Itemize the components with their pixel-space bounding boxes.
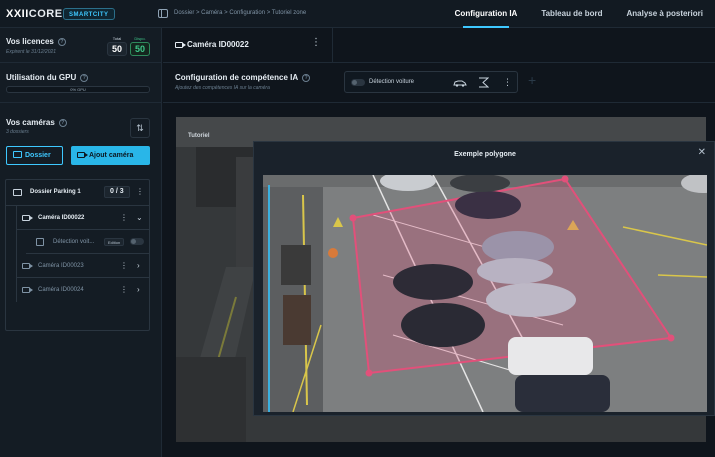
help-circle-icon[interactable]: ? bbox=[80, 73, 89, 82]
top-bar: XXIICORE SMARTCITY Dossier > Caméra > Co… bbox=[0, 0, 715, 28]
help-circle-icon[interactable]: ? bbox=[302, 73, 311, 82]
cameras-subtitle: 3 dossiers bbox=[6, 129, 29, 135]
licences-total: Total 50 bbox=[107, 36, 127, 56]
skill-config-row: Configuration de compétence IA? Ajoutez … bbox=[163, 63, 715, 103]
licences-section: Vos licences? Expirent le 31/12/2021 Tot… bbox=[0, 28, 162, 63]
sort-arrows-icon: ⇅ bbox=[136, 123, 144, 133]
polygon-example-modal: Exemple polygone ✕ bbox=[253, 141, 715, 416]
skill-toggle[interactable] bbox=[130, 238, 144, 245]
config-subtitle: Ajoutez des compétences IA sur la caméra bbox=[175, 85, 270, 91]
tree-skill-row[interactable]: Détection voit... Edition bbox=[26, 230, 149, 254]
parking-photo bbox=[263, 175, 707, 412]
tree-folder-row[interactable]: Dossier Parking 1 0 / 3 ⋮ bbox=[6, 180, 149, 206]
product-badge: SMARTCITY bbox=[63, 8, 115, 20]
skill-card-detection-voiture[interactable]: Détection voiture ⋮ bbox=[344, 71, 518, 93]
gpu-title: Utilisation du GPU? bbox=[6, 73, 89, 82]
licences-title: Vos licences? bbox=[6, 37, 66, 46]
licences-expiry: Expirent le 31/12/2021 bbox=[6, 49, 57, 55]
more-vertical-icon[interactable]: ⋮ bbox=[120, 254, 128, 278]
sort-button[interactable]: ⇅ bbox=[130, 118, 150, 138]
add-folder-button[interactable]: Dossier bbox=[6, 146, 63, 165]
chevron-right-icon[interactable]: › bbox=[137, 278, 140, 302]
sidebar: Vos licences? Expirent le 31/12/2021 Tot… bbox=[0, 28, 162, 457]
gpu-usage-bar: 0% GPU bbox=[6, 86, 150, 93]
more-vertical-icon[interactable]: ⋮ bbox=[311, 37, 321, 48]
tree-camera-row-id00024[interactable]: Caméra ID00024 ⋮ › bbox=[16, 278, 149, 302]
video-camera-icon bbox=[22, 287, 33, 293]
chevron-down-icon[interactable]: ⌄ bbox=[136, 206, 143, 230]
preview-label: Tutoriel bbox=[188, 133, 210, 139]
folder-icon bbox=[13, 189, 22, 196]
folder-count-badge: 0 / 3 bbox=[104, 186, 130, 198]
app-logo[interactable]: XXIICORE bbox=[6, 8, 63, 20]
column-divider bbox=[332, 28, 333, 63]
video-camera-icon bbox=[22, 215, 33, 221]
sidebar-toggle-icon[interactable] bbox=[158, 9, 168, 18]
config-title: Configuration de compétence IA? bbox=[175, 73, 311, 82]
video-camera-icon bbox=[175, 42, 186, 48]
car-icon[interactable] bbox=[453, 72, 467, 92]
edition-badge: Edition bbox=[104, 238, 125, 246]
tab-analyse-a-posteriori[interactable]: Analyse à posteriori bbox=[615, 0, 715, 28]
tab-configuration-ia[interactable]: Configuration IA bbox=[443, 0, 530, 28]
help-circle-icon[interactable]: ? bbox=[57, 37, 66, 46]
breadcrumb: Dossier > Caméra > Configuration > Tutor… bbox=[174, 10, 307, 16]
more-vertical-icon[interactable]: ⋮ bbox=[136, 180, 144, 204]
polygon-zone-icon[interactable] bbox=[478, 72, 490, 92]
main-tabs: Configuration IA Tableau de bord Analyse… bbox=[443, 0, 715, 28]
tab-tableau-de-bord[interactable]: Tableau de bord bbox=[529, 0, 614, 28]
chip-icon bbox=[36, 238, 44, 246]
close-icon[interactable]: ✕ bbox=[698, 147, 706, 158]
help-circle-icon[interactable]: ? bbox=[58, 118, 67, 127]
chevron-right-icon[interactable]: › bbox=[137, 254, 140, 278]
camera-tree: Dossier Parking 1 0 / 3 ⋮ Caméra ID00022… bbox=[5, 179, 150, 331]
cameras-title: Vos caméras? bbox=[6, 118, 67, 127]
more-vertical-icon[interactable]: ⋮ bbox=[120, 278, 128, 302]
video-camera-icon bbox=[22, 263, 33, 269]
folder-icon bbox=[13, 151, 22, 158]
tree-guide-line bbox=[16, 206, 17, 302]
video-camera-icon bbox=[77, 152, 88, 158]
add-skill-icon[interactable]: + bbox=[528, 72, 536, 88]
camera-header: Caméra ID00022 ⋮ bbox=[163, 28, 715, 63]
tree-camera-row-id00022[interactable]: Caméra ID00022 ⋮ ⌄ bbox=[16, 206, 149, 230]
example-parking-image bbox=[263, 175, 707, 412]
modal-title: Exemple polygone bbox=[454, 151, 516, 158]
tree-camera-row-id00023[interactable]: Caméra ID00023 ⋮ › bbox=[16, 254, 149, 278]
more-vertical-icon[interactable]: ⋮ bbox=[503, 72, 512, 92]
camera-title: Caméra ID00022 bbox=[175, 40, 249, 49]
skill-card-toggle[interactable] bbox=[351, 79, 365, 86]
more-vertical-icon[interactable]: ⋮ bbox=[120, 206, 128, 230]
licences-dispo: Dispo. 50 bbox=[130, 36, 150, 56]
add-camera-button[interactable]: Ajout caméra bbox=[71, 146, 150, 165]
gpu-section: Utilisation du GPU? bbox=[0, 63, 162, 103]
